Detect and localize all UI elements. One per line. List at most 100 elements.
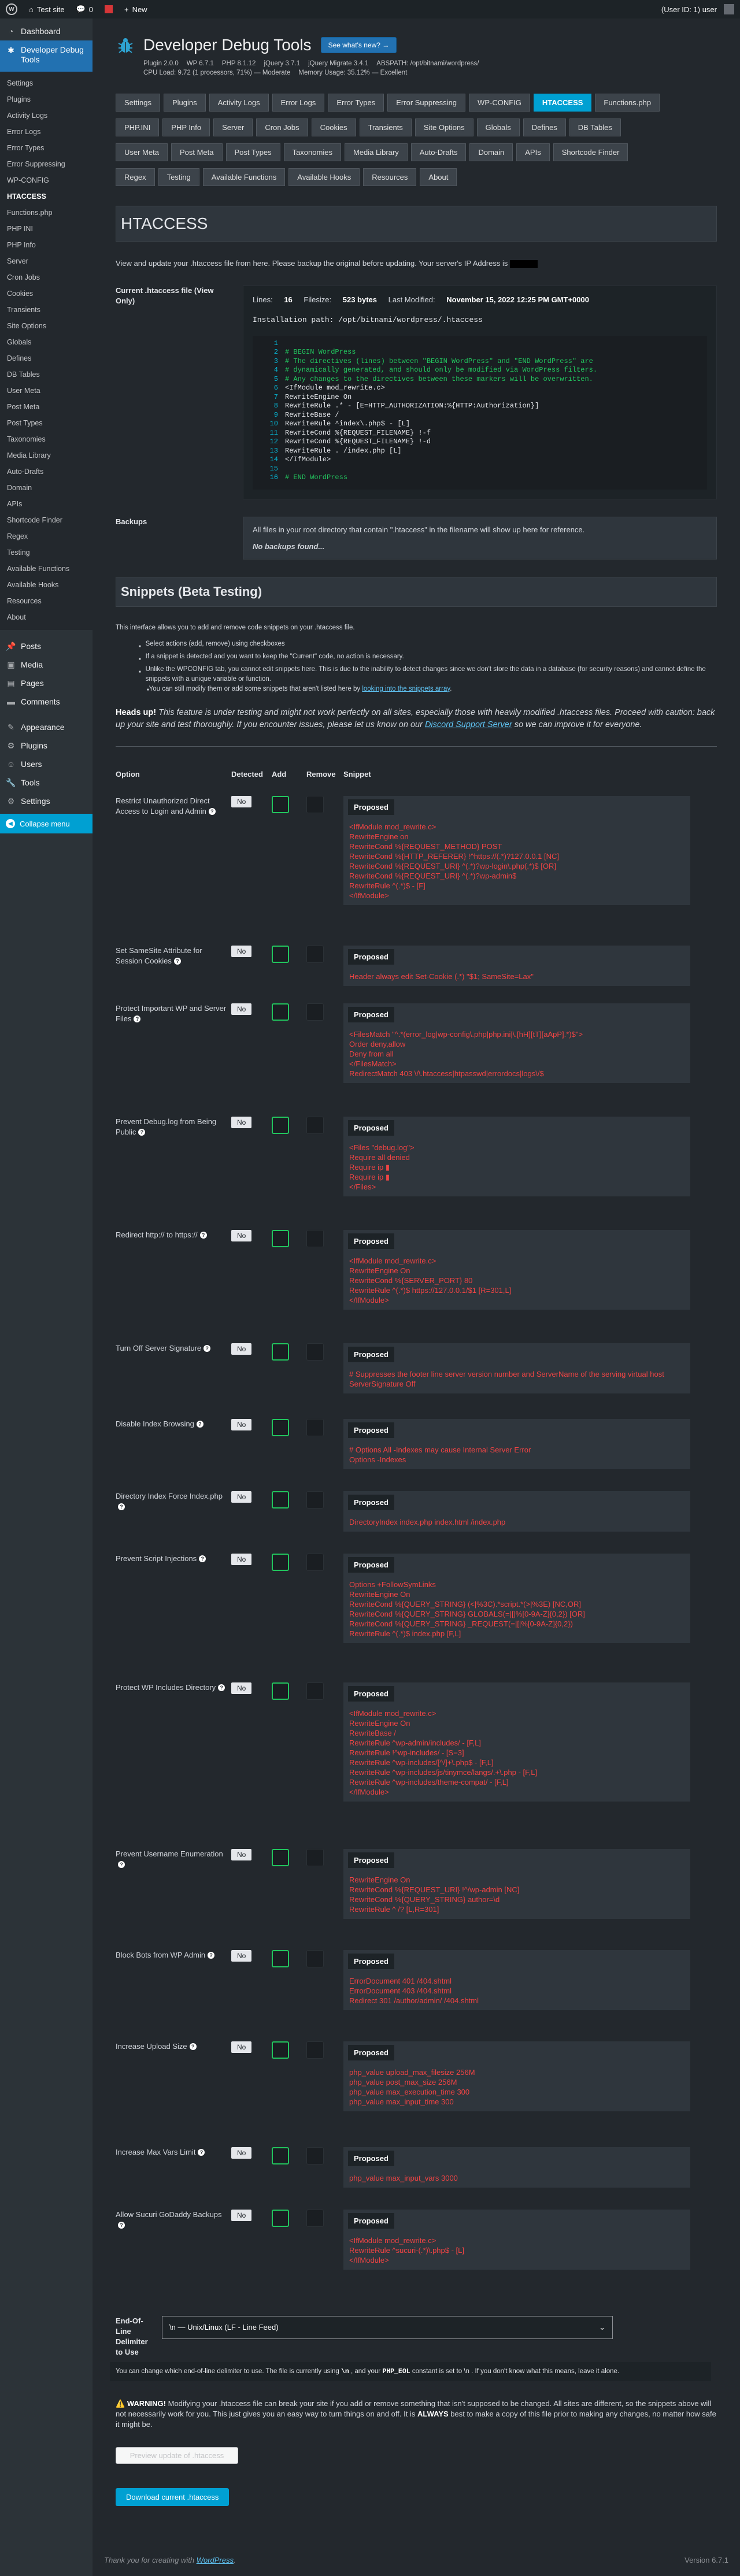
remove-checkbox[interactable]: [306, 1418, 324, 1436]
sidebar-subitem-server[interactable]: Server: [0, 253, 92, 269]
sidebar-subitem-user-meta[interactable]: User Meta: [0, 383, 92, 399]
sidebar-subitem-domain[interactable]: Domain: [0, 480, 92, 496]
sidebar-subitem-shortcode-finder[interactable]: Shortcode Finder: [0, 512, 92, 528]
help-icon[interactable]: ?: [118, 1503, 125, 1511]
sidebar-subitem-error-logs[interactable]: Error Logs: [0, 124, 92, 140]
add-checkbox[interactable]: [272, 1418, 289, 1436]
tab-about[interactable]: About: [420, 168, 457, 186]
sidebar-subitem-media-library[interactable]: Media Library: [0, 447, 92, 464]
tab-plugins[interactable]: Plugins: [163, 94, 206, 112]
sidebar-subitem-available-functions[interactable]: Available Functions: [0, 561, 92, 577]
sidebar-subitem-settings[interactable]: Settings: [0, 75, 92, 91]
sidebar-item-settings[interactable]: ⚙ Settings: [0, 792, 92, 810]
help-icon[interactable]: ?: [189, 2043, 197, 2051]
sidebar-subitem-php-ini[interactable]: PHP INI: [0, 221, 92, 237]
tab-taxonomies[interactable]: Taxonomies: [283, 143, 341, 161]
see-whats-new-button[interactable]: See what's new? →: [320, 37, 397, 53]
help-icon[interactable]: ?: [196, 1421, 204, 1428]
tab-php-info[interactable]: PHP Info: [162, 118, 210, 136]
sidebar-subitem-apis[interactable]: APIs: [0, 496, 92, 512]
new-content-menu[interactable]: + New: [119, 0, 153, 18]
help-icon[interactable]: ?: [199, 1232, 207, 1239]
tab-defines[interactable]: Defines: [523, 118, 566, 136]
sidebar-subitem-db-tables[interactable]: DB Tables: [0, 366, 92, 383]
tab-php-ini[interactable]: PHP.INI: [116, 118, 160, 136]
add-checkbox[interactable]: [272, 945, 289, 963]
add-checkbox[interactable]: [272, 2041, 289, 2059]
remove-checkbox[interactable]: [306, 2041, 324, 2059]
remove-checkbox[interactable]: [306, 1553, 324, 1571]
collapse-menu-button[interactable]: ◀ Collapse menu: [0, 814, 92, 833]
remove-checkbox[interactable]: [306, 1491, 324, 1508]
help-icon[interactable]: ?: [138, 1129, 146, 1136]
remove-checkbox[interactable]: [306, 1116, 324, 1134]
add-checkbox[interactable]: [272, 2209, 289, 2227]
sidebar-subitem-transients[interactable]: Transients: [0, 302, 92, 318]
sidebar-subitem-wp-config[interactable]: WP-CONFIG: [0, 172, 92, 188]
remove-checkbox[interactable]: [306, 795, 324, 813]
sidebar-subitem-site-options[interactable]: Site Options: [0, 318, 92, 334]
add-checkbox[interactable]: [272, 2147, 289, 2164]
help-icon[interactable]: ?: [208, 1952, 215, 1959]
sidebar-item-appearance[interactable]: ✎ Appearance: [0, 718, 92, 736]
add-checkbox[interactable]: [272, 1553, 289, 1571]
tab-globals[interactable]: Globals: [476, 118, 520, 136]
sidebar-subitem-activity-logs[interactable]: Activity Logs: [0, 108, 92, 124]
wordpress-link[interactable]: WordPress: [197, 2556, 234, 2564]
sidebar-subitem-testing[interactable]: Testing: [0, 544, 92, 561]
sidebar-item-tools[interactable]: 🔧 Tools: [0, 773, 92, 792]
remove-checkbox[interactable]: [306, 1003, 324, 1021]
sidebar-subitem-cookies[interactable]: Cookies: [0, 286, 92, 302]
tab-error-logs[interactable]: Error Logs: [272, 94, 325, 112]
sidebar-item-plugins[interactable]: ⚙ Plugins: [0, 736, 92, 755]
help-icon[interactable]: ?: [208, 808, 216, 816]
tab-error-suppressing[interactable]: Error Suppressing: [387, 94, 466, 112]
tab-media-library[interactable]: Media Library: [344, 143, 408, 161]
download-htaccess-button[interactable]: Download current .htaccess: [116, 2488, 230, 2506]
tab-htaccess[interactable]: HTACCESS: [533, 94, 592, 112]
tab-available-hooks[interactable]: Available Hooks: [288, 168, 360, 186]
remove-checkbox[interactable]: [306, 2209, 324, 2227]
tab-cron-jobs[interactable]: Cron Jobs: [256, 118, 308, 136]
comments-link[interactable]: 💬 0: [71, 0, 99, 18]
sidebar-item-pages[interactable]: ▤ Pages: [0, 674, 92, 692]
help-icon[interactable]: ?: [204, 1345, 211, 1352]
sidebar-item-developer-debug-tools[interactable]: ✱ Developer Debug Tools: [0, 40, 92, 72]
add-checkbox[interactable]: [272, 795, 289, 813]
tab-server[interactable]: Server: [213, 118, 253, 136]
tab-post-meta[interactable]: Post Meta: [171, 143, 223, 161]
tab-settings[interactable]: Settings: [116, 94, 160, 112]
sidebar-subitem-globals[interactable]: Globals: [0, 334, 92, 350]
tab-shortcode-finder[interactable]: Shortcode Finder: [553, 143, 628, 161]
tab-available-functions[interactable]: Available Functions: [202, 168, 286, 186]
remove-checkbox[interactable]: [306, 1229, 324, 1247]
tab-post-types[interactable]: Post Types: [225, 143, 280, 161]
sidebar-item-media[interactable]: ▣ Media: [0, 655, 92, 674]
user-account-menu[interactable]: (User ID: 1) user: [656, 0, 740, 18]
add-checkbox[interactable]: [272, 1343, 289, 1361]
sidebar-subitem-auto-drafts[interactable]: Auto-Drafts: [0, 464, 92, 480]
remove-checkbox[interactable]: [306, 1848, 324, 1866]
sidebar-subitem-resources[interactable]: Resources: [0, 593, 92, 609]
tab-db-tables[interactable]: DB Tables: [569, 118, 621, 136]
sidebar-subitem-regex[interactable]: Regex: [0, 528, 92, 544]
remove-checkbox[interactable]: [306, 1949, 324, 1967]
tab-transients[interactable]: Transients: [359, 118, 412, 136]
site-name-link[interactable]: ⌂ Test site: [23, 0, 71, 18]
tab-activity-logs[interactable]: Activity Logs: [209, 94, 269, 112]
help-icon[interactable]: ?: [173, 958, 181, 965]
sidebar-subitem-functions-php[interactable]: Functions.php: [0, 205, 92, 221]
discord-support-link[interactable]: Discord Support Server: [425, 720, 512, 729]
sidebar-subitem-htaccess[interactable]: HTACCESS: [0, 188, 92, 205]
sidebar-subitem-taxonomies[interactable]: Taxonomies: [0, 431, 92, 447]
tab-user-meta[interactable]: User Meta: [116, 143, 168, 161]
add-checkbox[interactable]: [272, 1848, 289, 1866]
tab-regex[interactable]: Regex: [116, 168, 155, 186]
sidebar-item-users[interactable]: ☺ Users: [0, 755, 92, 773]
tab-resources[interactable]: Resources: [363, 168, 417, 186]
remove-checkbox[interactable]: [306, 2147, 324, 2164]
eol-select[interactable]: \n — Unix/Linux (LF - Line Feed) ⌄: [162, 2315, 613, 2339]
sidebar-subitem-about[interactable]: About: [0, 609, 92, 625]
sidebar-subitem-post-meta[interactable]: Post Meta: [0, 399, 92, 415]
remove-checkbox[interactable]: [306, 1343, 324, 1361]
